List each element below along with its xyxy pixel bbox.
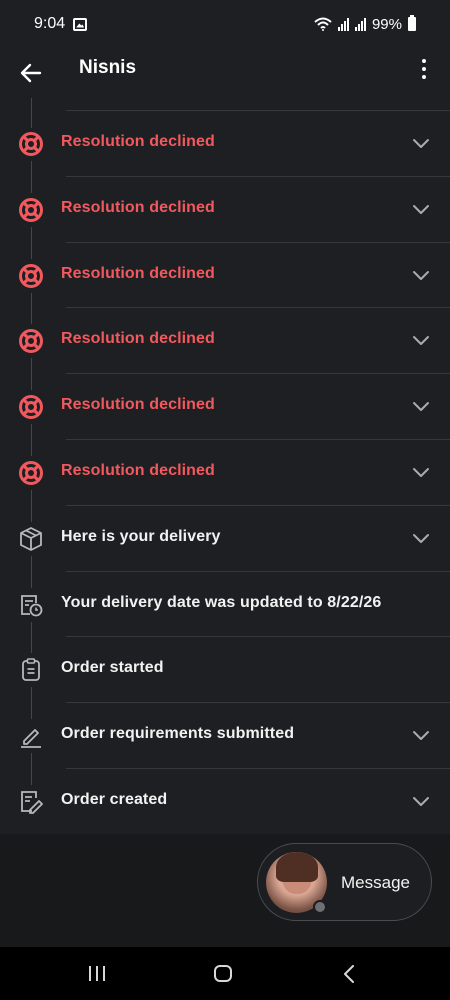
timeline-item-label: Resolution declined <box>61 133 215 150</box>
timeline-item[interactable]: Resolution declined <box>0 374 450 440</box>
recent-apps-button[interactable] <box>89 966 105 981</box>
status-time: 9:04 <box>34 15 66 32</box>
lifebuoy-icon <box>17 459 45 487</box>
timeline-item[interactable]: Order requirements submitted <box>0 703 450 769</box>
timeline-item-label: Resolution declined <box>61 330 215 348</box>
wifi-icon <box>314 17 332 31</box>
timeline-item-label: Order created <box>61 791 168 808</box>
nav-back-button[interactable] <box>342 965 356 983</box>
chevron-down-icon[interactable] <box>412 532 430 544</box>
battery-percent: 99% <box>371 15 402 33</box>
package-icon <box>17 525 45 553</box>
timeline-item-label: Resolution declined <box>61 396 215 414</box>
timeline-item: Order started <box>0 637 450 703</box>
chevron-down-icon[interactable] <box>412 137 430 149</box>
timeline-item-label: Resolution declined <box>61 462 215 479</box>
timeline-item[interactable]: Resolution declined <box>0 177 450 243</box>
message-button-label: Message <box>341 873 410 892</box>
pencil-icon <box>17 722 45 750</box>
chevron-down-icon[interactable] <box>412 400 430 412</box>
status-bar: 9:04 99% <box>0 0 450 48</box>
timeline-item[interactable]: Resolution declined <box>0 111 450 177</box>
timeline-item-label: Order started <box>61 659 164 677</box>
status-dot <box>313 900 327 914</box>
chevron-down-icon[interactable] <box>412 269 430 281</box>
signal-icon-2 <box>354 17 366 31</box>
timeline-item-label: Resolution declined <box>61 198 215 216</box>
timeline-item[interactable]: Order created <box>0 769 450 834</box>
calendar-clock-icon <box>17 591 45 619</box>
lifebuoy-icon <box>17 196 45 224</box>
message-button[interactable]: Message <box>257 843 432 921</box>
page-title: Nisnis <box>79 57 137 78</box>
chevron-down-icon[interactable] <box>412 466 430 478</box>
timeline-item: Your delivery date was updated to 8/22/2… <box>0 572 450 638</box>
timeline-item[interactable]: Here is your delivery <box>0 506 450 572</box>
chevron-down-icon[interactable] <box>412 729 430 741</box>
lifebuoy-icon <box>17 130 45 158</box>
status-indicators: 99% <box>314 15 416 33</box>
edit-document-icon <box>17 788 45 816</box>
lifebuoy-icon <box>17 327 45 355</box>
chevron-down-icon[interactable] <box>412 334 430 346</box>
timeline-item-label: Your delivery date was updated to 8/22/2… <box>61 593 382 611</box>
arrow-left-icon <box>20 63 42 83</box>
more-options-button[interactable] <box>418 57 430 81</box>
timeline-item-label: Resolution declined <box>61 264 215 282</box>
chevron-down-icon[interactable] <box>412 795 430 807</box>
timeline-item[interactable]: Resolution declined <box>0 243 450 309</box>
app-header: Nisnis <box>0 48 450 98</box>
timeline-item-label: Order requirements submitted <box>61 725 295 743</box>
home-button[interactable] <box>214 965 232 982</box>
signal-icon-1 <box>337 17 349 31</box>
clipboard-icon <box>17 656 45 684</box>
timeline-item-label: Here is your delivery <box>61 527 221 545</box>
timeline-item[interactable]: Resolution declined <box>0 308 450 374</box>
chevron-down-icon[interactable] <box>412 203 430 215</box>
battery-icon <box>408 15 416 31</box>
back-button[interactable] <box>18 60 44 86</box>
system-nav-bar <box>0 947 450 1000</box>
lifebuoy-icon <box>17 262 45 290</box>
gallery-notification-icon <box>73 17 88 31</box>
timeline-item[interactable]: Resolution declined <box>0 440 450 506</box>
order-timeline: Resolution declined Resolution declined Re… <box>0 98 450 834</box>
lifebuoy-icon <box>17 393 45 421</box>
